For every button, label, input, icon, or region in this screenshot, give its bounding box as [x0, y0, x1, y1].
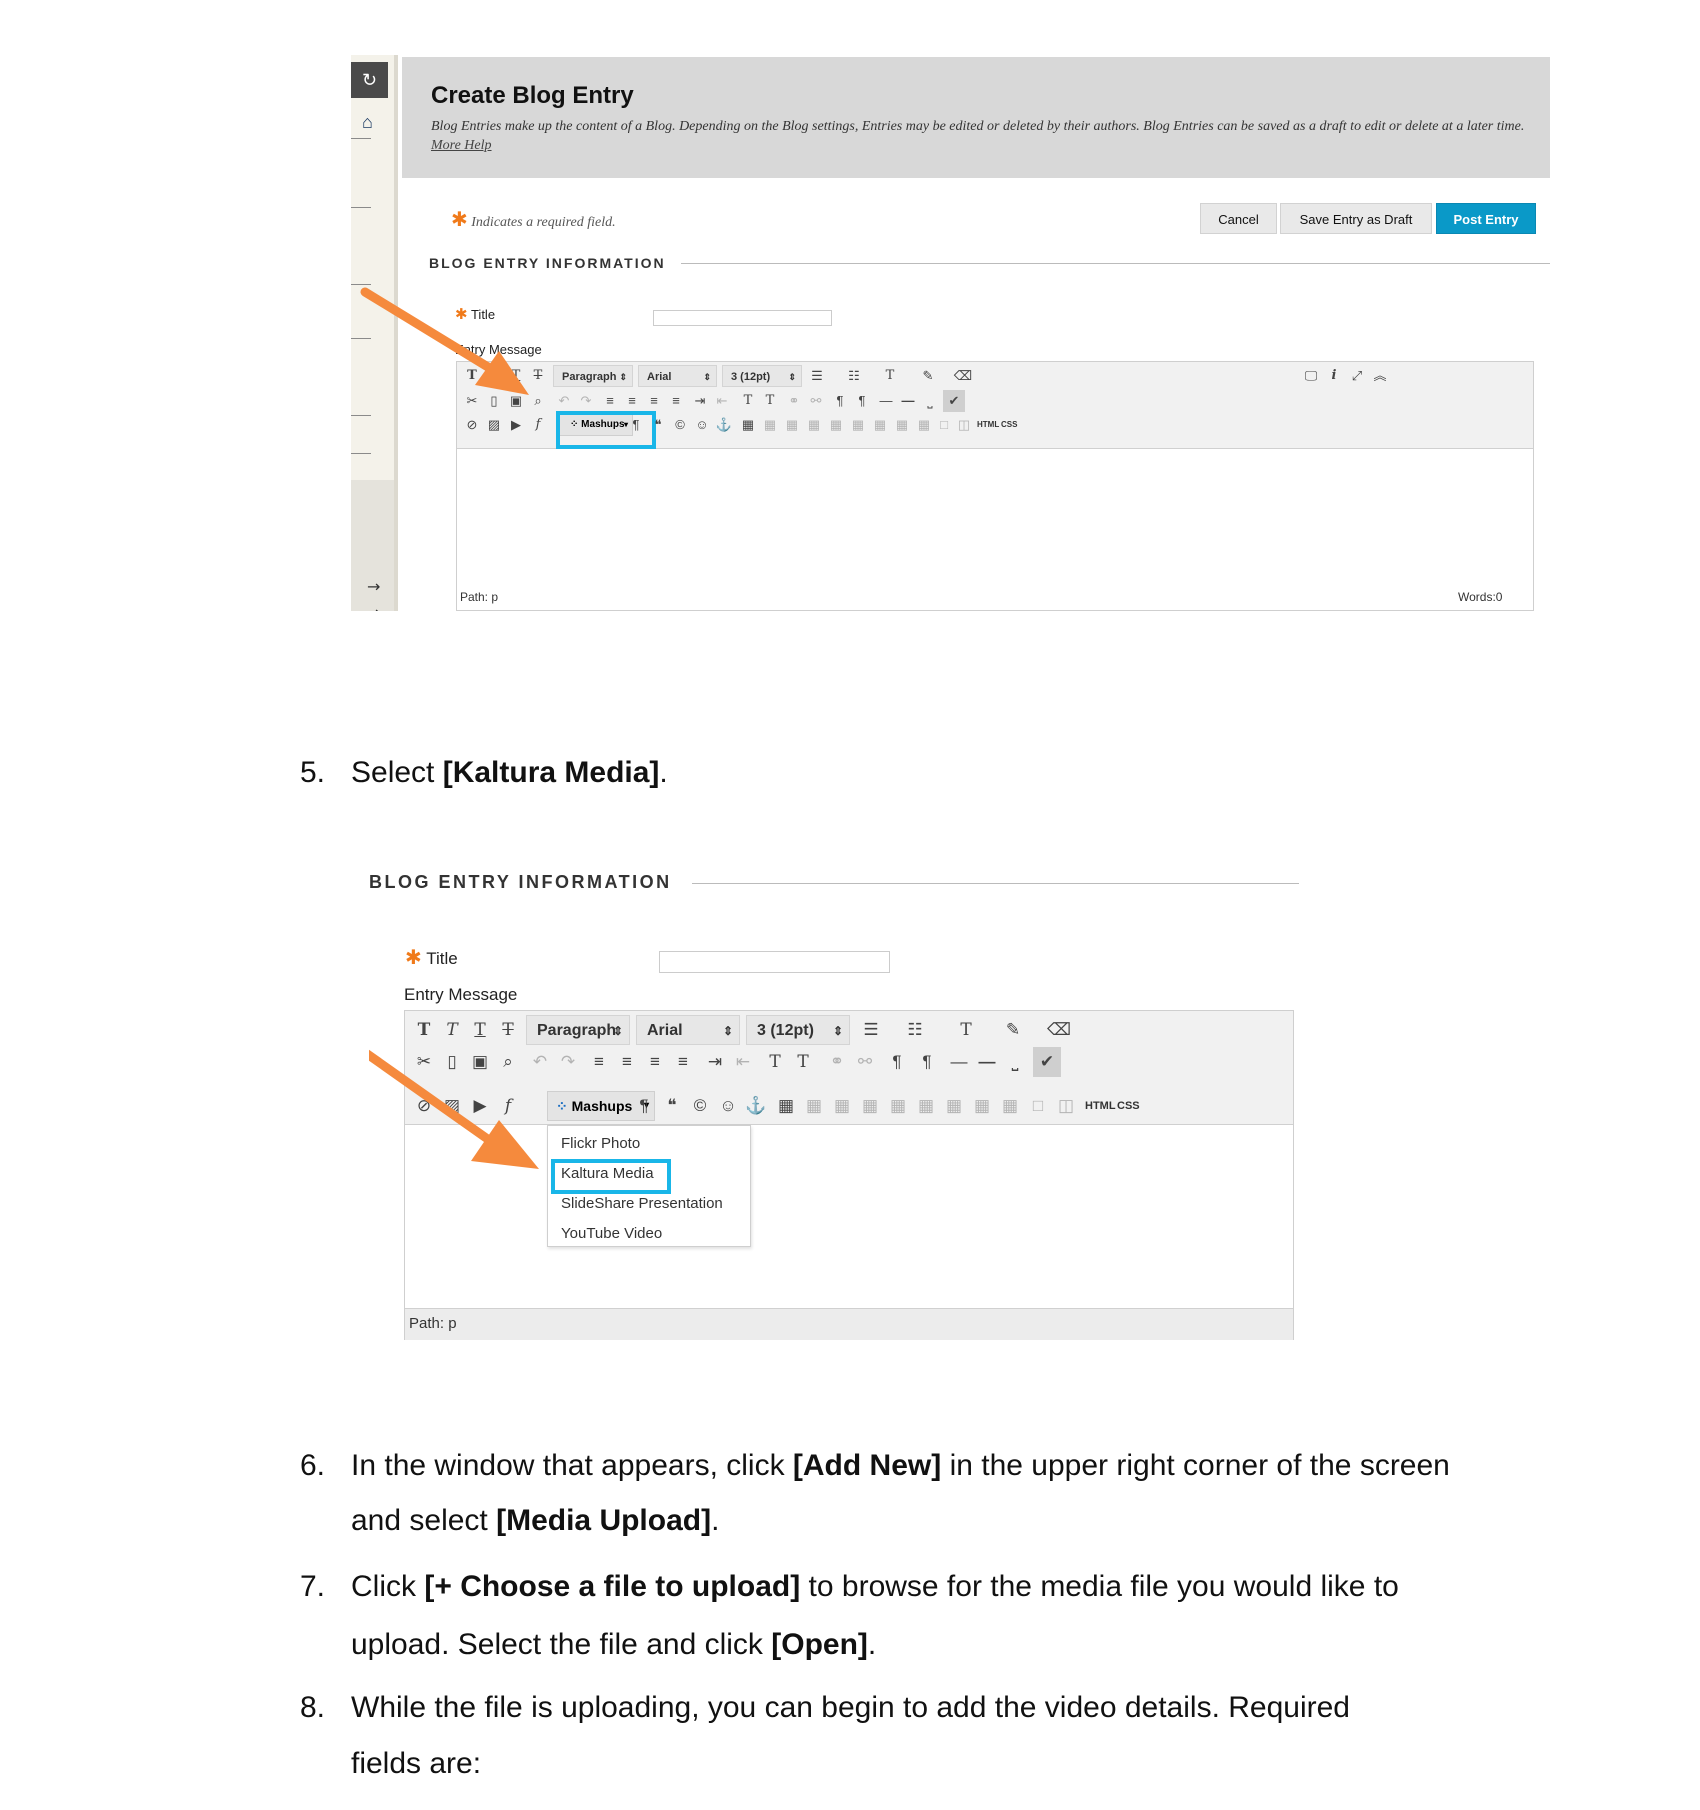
step-bold: [+ Choose a file to upload]: [424, 1570, 801, 1603]
step-text: Select: [351, 756, 443, 789]
step-text: Click: [351, 1570, 425, 1603]
step-text: .: [711, 1504, 720, 1537]
screenshot-mashups-menu: BLOG ENTRY INFORMATION ✱ Title Entry Mes…: [369, 862, 1299, 1341]
step-number: 8.: [300, 1691, 326, 1724]
pointer-arrow-1: [360, 287, 529, 395]
step-bold: [Kaltura Media]: [442, 756, 660, 789]
step-text: .: [659, 756, 668, 789]
step-number: 6.: [300, 1449, 326, 1482]
pointer-arrow-2: [369, 1049, 539, 1169]
step-bold: [Open]: [771, 1628, 868, 1661]
step-7: 7. Click [+ Choose a file to upload] to b…: [300, 1558, 1451, 1674]
step-number: 7.: [300, 1570, 326, 1603]
step-6: 6. In the window that appears, click [Add…: [300, 1438, 1471, 1548]
step-text: .: [867, 1628, 877, 1661]
step-text: In the window that appears, click: [351, 1449, 793, 1482]
step-number: 5.: [300, 756, 326, 789]
screenshot-create-blog-entry: ↻ ⌂ → → Create Blog Entry Blog Entries m…: [351, 55, 1550, 611]
step-5: 5. Select [Kaltura Media].: [300, 753, 668, 793]
step-bold: [Media Upload]: [496, 1504, 712, 1537]
step-8: 8. While the file is uploading, you can b…: [300, 1680, 1401, 1792]
step-text: While the file is uploading, you can beg…: [351, 1691, 1350, 1780]
step-bold: [Add New]: [792, 1449, 942, 1482]
